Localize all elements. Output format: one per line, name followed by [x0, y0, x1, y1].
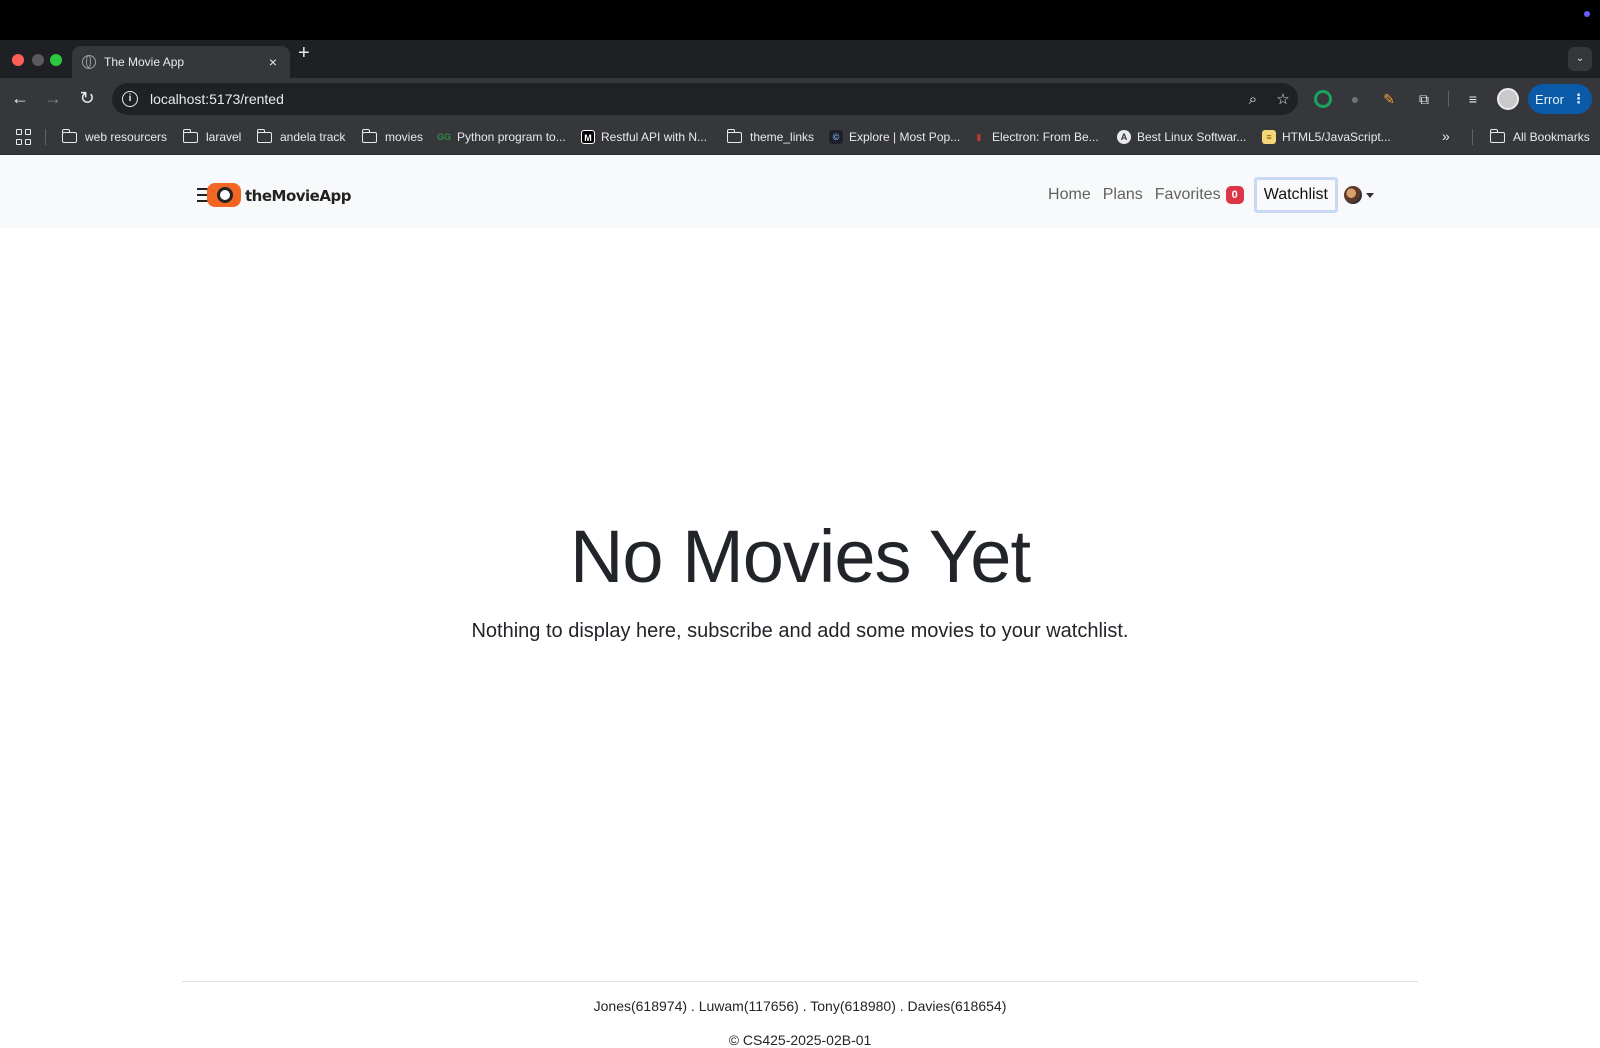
folder-icon — [257, 128, 272, 143]
bookmark-label: Python program to... — [457, 130, 566, 144]
bookmark-explore[interactable]: © Explore | Most Pop... — [829, 128, 960, 146]
bookmark-laravel[interactable]: laravel — [183, 128, 241, 146]
kebab-menu-icon[interactable]: ⋮ — [1572, 91, 1585, 107]
bookmarks-divider — [45, 129, 46, 145]
reload-icon[interactable]: ↻ — [76, 88, 98, 108]
bookmark-movies[interactable]: movies — [362, 128, 423, 146]
address-bar[interactable]: i localhost:5173/rented ⌕ ☆ — [112, 83, 1298, 115]
extension-pen-icon[interactable]: ✎ — [1379, 89, 1399, 109]
mac-menu-bar — [0, 0, 1600, 40]
brand-logo[interactable]: theMovieApp — [197, 183, 351, 209]
linux-icon: A — [1117, 130, 1131, 144]
folder-icon — [183, 128, 198, 143]
empty-state: No Movies Yet Nothing to display here, s… — [0, 520, 1600, 643]
bookmark-label: movies — [385, 130, 424, 144]
bookmark-label: laravel — [206, 130, 242, 144]
html-icon: ≡ — [1262, 130, 1276, 144]
folder-icon — [362, 128, 377, 143]
brand-name: theMovieApp — [245, 187, 351, 205]
bookmark-all-bookmarks[interactable]: All Bookmarks — [1490, 128, 1590, 146]
bookmarks-bar: web resourcers laravel andela track movi… — [0, 120, 1600, 155]
explore-icon: © — [829, 130, 843, 144]
footer-divider — [182, 981, 1418, 982]
bookmark-restful-api[interactable]: M Restful API with N... — [581, 128, 707, 146]
nav-watchlist-link[interactable]: Watchlist — [1253, 177, 1338, 213]
empty-state-message: Nothing to display here, subscribe and a… — [471, 620, 1129, 642]
bookmark-label: HTML5/JavaScript... — [1282, 130, 1391, 144]
bookmark-best-linux[interactable]: A Best Linux Softwar... — [1117, 128, 1246, 146]
footer-copyright: © CS425-2025-02B-01 — [728, 1032, 872, 1048]
browser-toolbar: ← → ↻ i localhost:5173/rented ⌕ ☆ ● ✎ ⧉ … — [0, 78, 1600, 120]
favorites-count-badge: 0 — [1225, 186, 1244, 204]
bookmark-theme-links[interactable]: theme_links — [727, 128, 814, 146]
bookmarks-divider — [1472, 129, 1473, 145]
bookmark-electron[interactable]: ▮ Electron: From Be... — [972, 128, 1099, 146]
profile-error-button[interactable]: Error ⋮ — [1528, 84, 1592, 114]
avatar — [1344, 186, 1362, 204]
more-bookmarks-icon[interactable]: » — [1442, 128, 1450, 144]
nav-favorites-link[interactable]: Favorites 0 — [1149, 178, 1250, 212]
caret-down-icon — [1366, 192, 1374, 198]
film-reel-logo-icon — [197, 183, 243, 209]
new-tab-button[interactable]: + — [298, 43, 310, 63]
app-navbar: theMovieApp Home Plans Favorites 0 Watch… — [0, 155, 1600, 228]
folder-icon — [1490, 128, 1505, 143]
bookmark-label: theme_links — [750, 130, 815, 144]
forward-arrow-icon[interactable]: → — [42, 88, 64, 108]
maximize-window-button[interactable] — [50, 54, 62, 66]
empty-state-title: No Movies Yet — [569, 515, 1031, 598]
favorites-label: Favorites — [1154, 186, 1221, 203]
tab-strip: The Movie App × — [0, 40, 1600, 78]
electron-icon: ▮ — [976, 132, 982, 142]
bookmark-star-icon[interactable]: ☆ — [1268, 90, 1298, 108]
bookmark-python-program[interactable]: GG Python program to... — [437, 128, 566, 146]
nav-plans-link[interactable]: Plans — [1097, 178, 1149, 212]
bookmark-label: All Bookmarks — [1513, 130, 1590, 144]
status-dot-icon — [1584, 11, 1590, 17]
bookmark-label: Explore | Most Pop... — [849, 130, 961, 144]
tab-search-chevron-icon[interactable]: ⌄ — [1568, 47, 1592, 71]
url-text[interactable]: localhost:5173/rented — [150, 91, 1238, 107]
media-controls-icon[interactable]: ≡ — [1463, 89, 1483, 109]
toolbar-divider — [1448, 91, 1449, 107]
extension-gray-icon[interactable]: ● — [1345, 89, 1365, 109]
bookmark-andela-track[interactable]: andela track — [257, 128, 345, 146]
bookmark-label: Electron: From Be... — [992, 130, 1099, 144]
medium-icon: M — [581, 130, 595, 144]
zoom-icon[interactable]: ⌕ — [1238, 91, 1268, 108]
close-tab-icon[interactable]: × — [264, 54, 282, 70]
nav-home-link[interactable]: Home — [1042, 178, 1097, 212]
apps-grid-icon[interactable] — [16, 129, 32, 145]
back-arrow-icon[interactable]: ← — [9, 88, 31, 108]
extensions-puzzle-icon[interactable]: ⧉ — [1414, 89, 1434, 109]
nav-links: Home Plans Favorites 0 Watchlist — [1042, 177, 1374, 213]
bookmark-label: web resourcers — [85, 130, 168, 144]
geeksforgeeks-icon: GG — [437, 132, 452, 142]
site-info-icon[interactable]: i — [122, 91, 138, 107]
globe-icon — [82, 55, 96, 69]
close-window-button[interactable] — [12, 54, 24, 66]
bookmark-label: Restful API with N... — [601, 130, 708, 144]
extension-green-ring-icon[interactable] — [1314, 90, 1332, 108]
bookmark-label: andela track — [280, 130, 346, 144]
bookmark-label: Best Linux Softwar... — [1137, 130, 1247, 144]
folder-icon — [62, 128, 77, 143]
bookmark-html5-javascript[interactable]: ≡ HTML5/JavaScript... — [1262, 128, 1391, 146]
footer-team-names: Jones(618974) . Luwam(117656) . Tony(618… — [593, 998, 1007, 1014]
profile-avatar-icon[interactable] — [1497, 88, 1519, 110]
tab-the-movie-app[interactable]: The Movie App × — [72, 46, 290, 78]
user-menu-dropdown[interactable] — [1344, 186, 1374, 204]
profile-error-label: Error — [1535, 91, 1564, 107]
minimize-window-button[interactable] — [32, 54, 44, 66]
folder-icon — [727, 128, 742, 143]
tab-title: The Movie App — [104, 55, 185, 69]
bookmark-web-resourcers[interactable]: web resourcers — [62, 128, 167, 146]
